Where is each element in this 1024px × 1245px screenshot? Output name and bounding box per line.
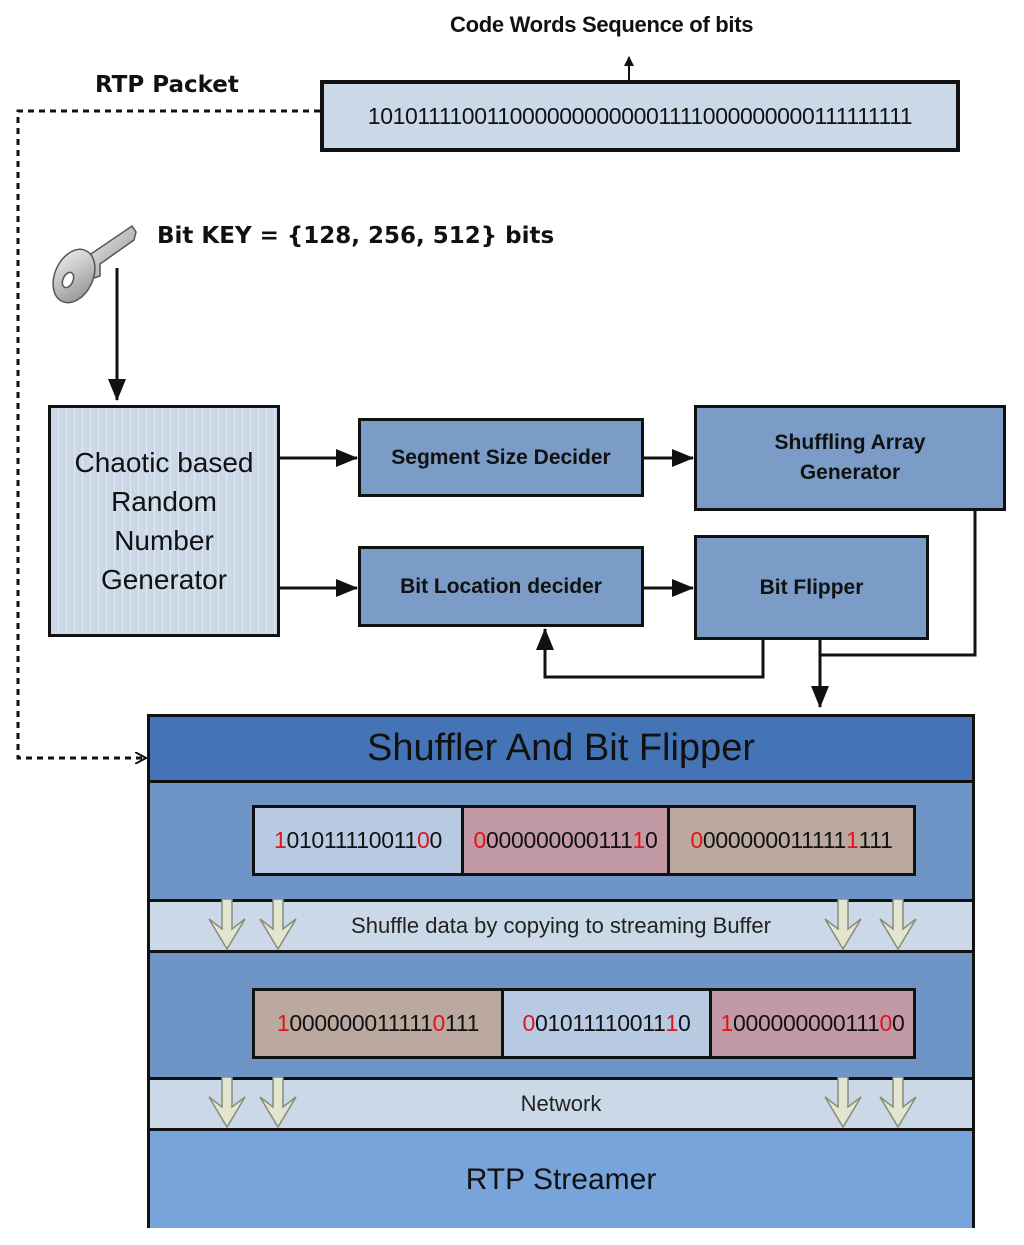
segment-size-decider-label: Segment Size Decider [391,445,611,469]
down-arrow-icon [208,899,246,951]
rtp-streamer-block: RTP Streamer [150,1131,972,1228]
flipped-bit: 1 [632,827,645,853]
segment: 1 01011110011 0 0 [255,808,461,873]
down-arrow-icon [259,1077,297,1129]
bit-run: 111 [858,827,893,853]
segment: 0 01011110011 1 0 [501,991,709,1056]
shuffling-array-generator-block: Shuffling Array Generator [694,405,1006,511]
shuffler-and-bit-flipper-panel: Shuffler And Bit Flipper 1 01011110011 0 0 … [147,714,975,1228]
flipped-bit: 0 [432,1010,446,1036]
bit-run: 0 [891,1010,905,1036]
bit-run: 111 [445,1010,480,1036]
rng-label-line: Generator [100,564,228,595]
flipped-bit: 0 [417,827,430,853]
down-arrow-icon [259,899,297,951]
bit-run: 000000000111 [733,1010,880,1036]
down-arrow-icon [879,1077,917,1129]
rtp-packet-label: RTP Packet [95,72,239,98]
flipped-bit: 1 [665,1010,679,1036]
bit-run: 01011110011 [286,827,418,853]
flipped-bit: 0 [690,827,703,853]
shuffler-title: Shuffler And Bit Flipper [150,717,972,783]
network-label: Network [520,1091,602,1116]
flipped-bit: 1 [846,827,859,853]
flipped-bit: 1 [273,827,287,853]
key-icon [52,224,137,304]
segment: 0 000000011111 1 111 [667,808,913,873]
down-arrow-icon [824,1077,862,1129]
shuffling-array-label-line: Shuffling Array [774,431,926,454]
flipped-bit: 1 [720,1010,734,1036]
chaotic-rng-block: Chaotic based Random Number Generator [48,405,280,637]
code-word-bitstring-box: 1010111100110000000000001111000000000111… [320,80,960,152]
bit-key-label: Bit KEY = {128, 256, 512} bits [157,223,555,249]
flipped-bit: 0 [473,827,487,853]
bit-run: 0 [678,1010,691,1036]
segment: 1 000000000111 0 0 [709,991,913,1056]
rng-label-line: Number [114,525,214,556]
bit-flipper-block: Bit Flipper [694,535,929,640]
code-word-bitstring: 1010111100110000000000001111000000000111… [367,102,913,129]
segment-size-decider-block: Segment Size Decider [358,418,644,497]
bit-run: 000000011111 [702,827,846,853]
segments-before-shuffle: 1 01011110011 0 0 0 000000000111 1 0 0 00000001… [252,805,916,876]
bit-run: 0 [429,827,443,853]
flipped-bit: 0 [879,1010,892,1036]
rng-label-line: Chaotic based [74,447,254,478]
bit-flipper-label: Bit Flipper [759,575,864,599]
flipped-bit: 1 [276,1010,290,1036]
bit-run: 000000000111 [486,827,633,853]
down-arrow-icon [879,899,917,951]
code-words-caption: Code Words Sequence of bits [450,12,754,37]
rng-label-line: Random [111,486,217,517]
shuffle-band-label: Shuffle data by copying to streaming Buf… [351,913,771,938]
segment: 1 000000011111 0 111 [255,991,501,1056]
bit-run: 01011110011 [534,1010,666,1036]
bit-location-decider-label: Bit Location decider [400,574,602,598]
bit-run: 0 [644,827,658,853]
segment: 0 000000000111 1 0 [461,808,667,873]
segments-after-shuffle: 1 000000011111 0 111 0 01011110011 1 0 1 000000… [252,988,916,1059]
down-arrow-icon [824,899,862,951]
rtp-streamer-label: RTP Streamer [465,1162,657,1196]
down-arrow-icon [208,1077,246,1129]
bit-run: 000000011111 [289,1010,433,1036]
flipped-bit: 0 [522,1010,535,1036]
bit-location-decider-block: Bit Location decider [358,546,644,627]
shuffling-array-label-line: Generator [799,461,901,484]
